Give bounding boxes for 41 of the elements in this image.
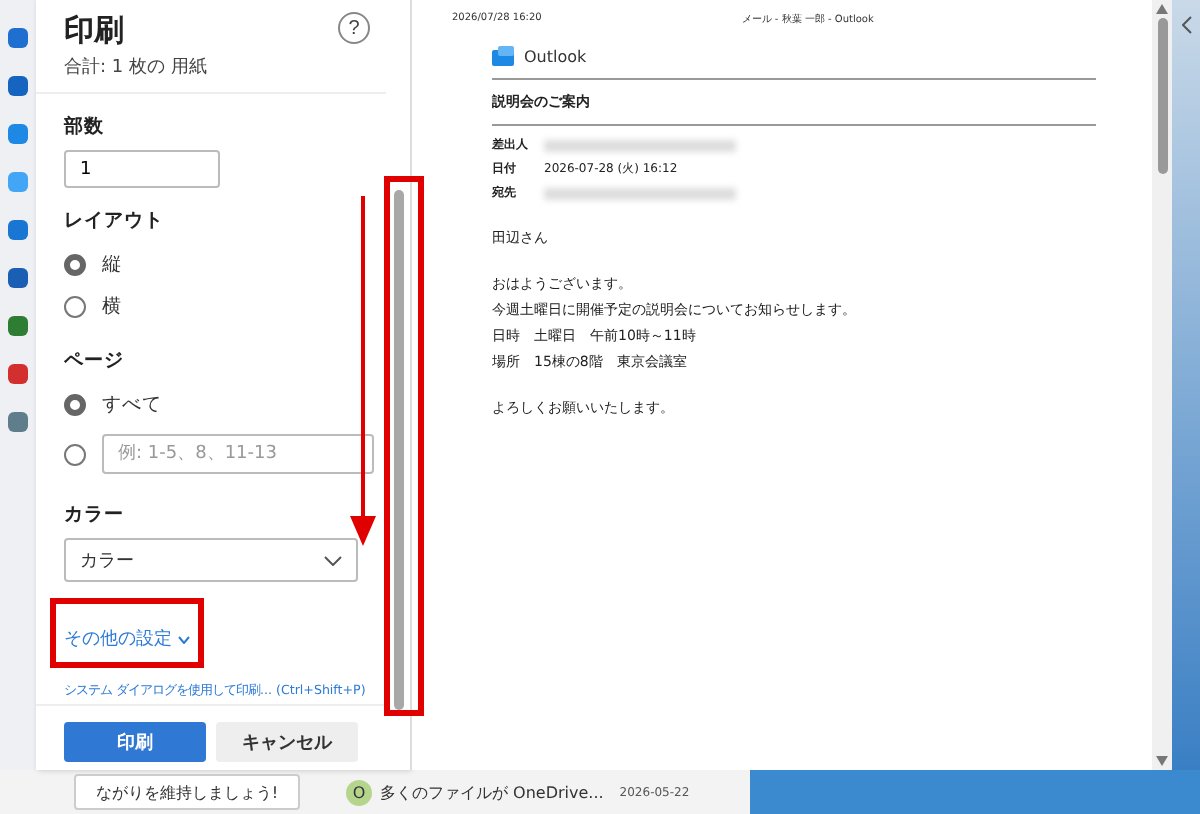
app-icon[interactable] — [8, 316, 28, 336]
app-icon[interactable] — [8, 412, 28, 432]
radio-button[interactable] — [64, 394, 86, 416]
print-button[interactable]: 印刷 — [64, 722, 206, 762]
cancel-button[interactable]: キャンセル — [216, 722, 358, 762]
more-settings-link[interactable]: その他の設定 — [64, 626, 190, 652]
scrollbar-thumb[interactable] — [1157, 18, 1167, 174]
radio-button[interactable] — [64, 296, 86, 318]
pages-label: ページ — [64, 348, 126, 374]
app-icon[interactable] — [8, 172, 28, 192]
layout-label: レイアウト — [64, 208, 166, 234]
radio-button[interactable] — [64, 254, 86, 276]
radio-label: 縦 — [102, 252, 122, 278]
color-dropdown[interactable]: カラー — [64, 538, 358, 582]
app-icon[interactable] — [8, 124, 28, 144]
copies-field[interactable]: 1 — [64, 150, 220, 188]
radio-label: 横 — [102, 294, 122, 320]
scrollbar-thumb[interactable] — [393, 190, 403, 710]
app-icon[interactable] — [8, 76, 28, 96]
brand-name: Outlook — [524, 47, 587, 65]
help-button[interactable]: ? — [338, 12, 370, 44]
app-icon[interactable] — [8, 268, 28, 288]
message-preview: 多くのファイルが OneDrive... — [380, 781, 604, 803]
panel-title: 印刷 — [64, 12, 126, 50]
radio-button[interactable] — [64, 443, 86, 465]
app-icon[interactable] — [8, 220, 28, 240]
app-icon[interactable] — [8, 28, 28, 48]
scroll-up-icon[interactable] — [1156, 4, 1168, 14]
scroll-down-icon[interactable] — [1156, 756, 1168, 766]
avatar: O — [346, 779, 372, 805]
envelope-logo-icon — [492, 46, 514, 66]
radio-label: すべて — [102, 392, 162, 418]
background-button[interactable]: ながりを維持しましょう! — [74, 774, 300, 810]
chevron-left-icon[interactable] — [1181, 16, 1191, 34]
chevron-down-icon — [178, 635, 190, 643]
sheet-count: 合計: 1 枚の 用紙 — [64, 55, 207, 80]
chevron-down-icon — [324, 555, 342, 565]
color-label: カラー — [64, 502, 126, 528]
app-icon[interactable] — [8, 364, 28, 384]
page-range-field[interactable]: 例: 1-5、8、11-13 — [102, 434, 374, 474]
copies-label: 部数 — [64, 114, 106, 140]
